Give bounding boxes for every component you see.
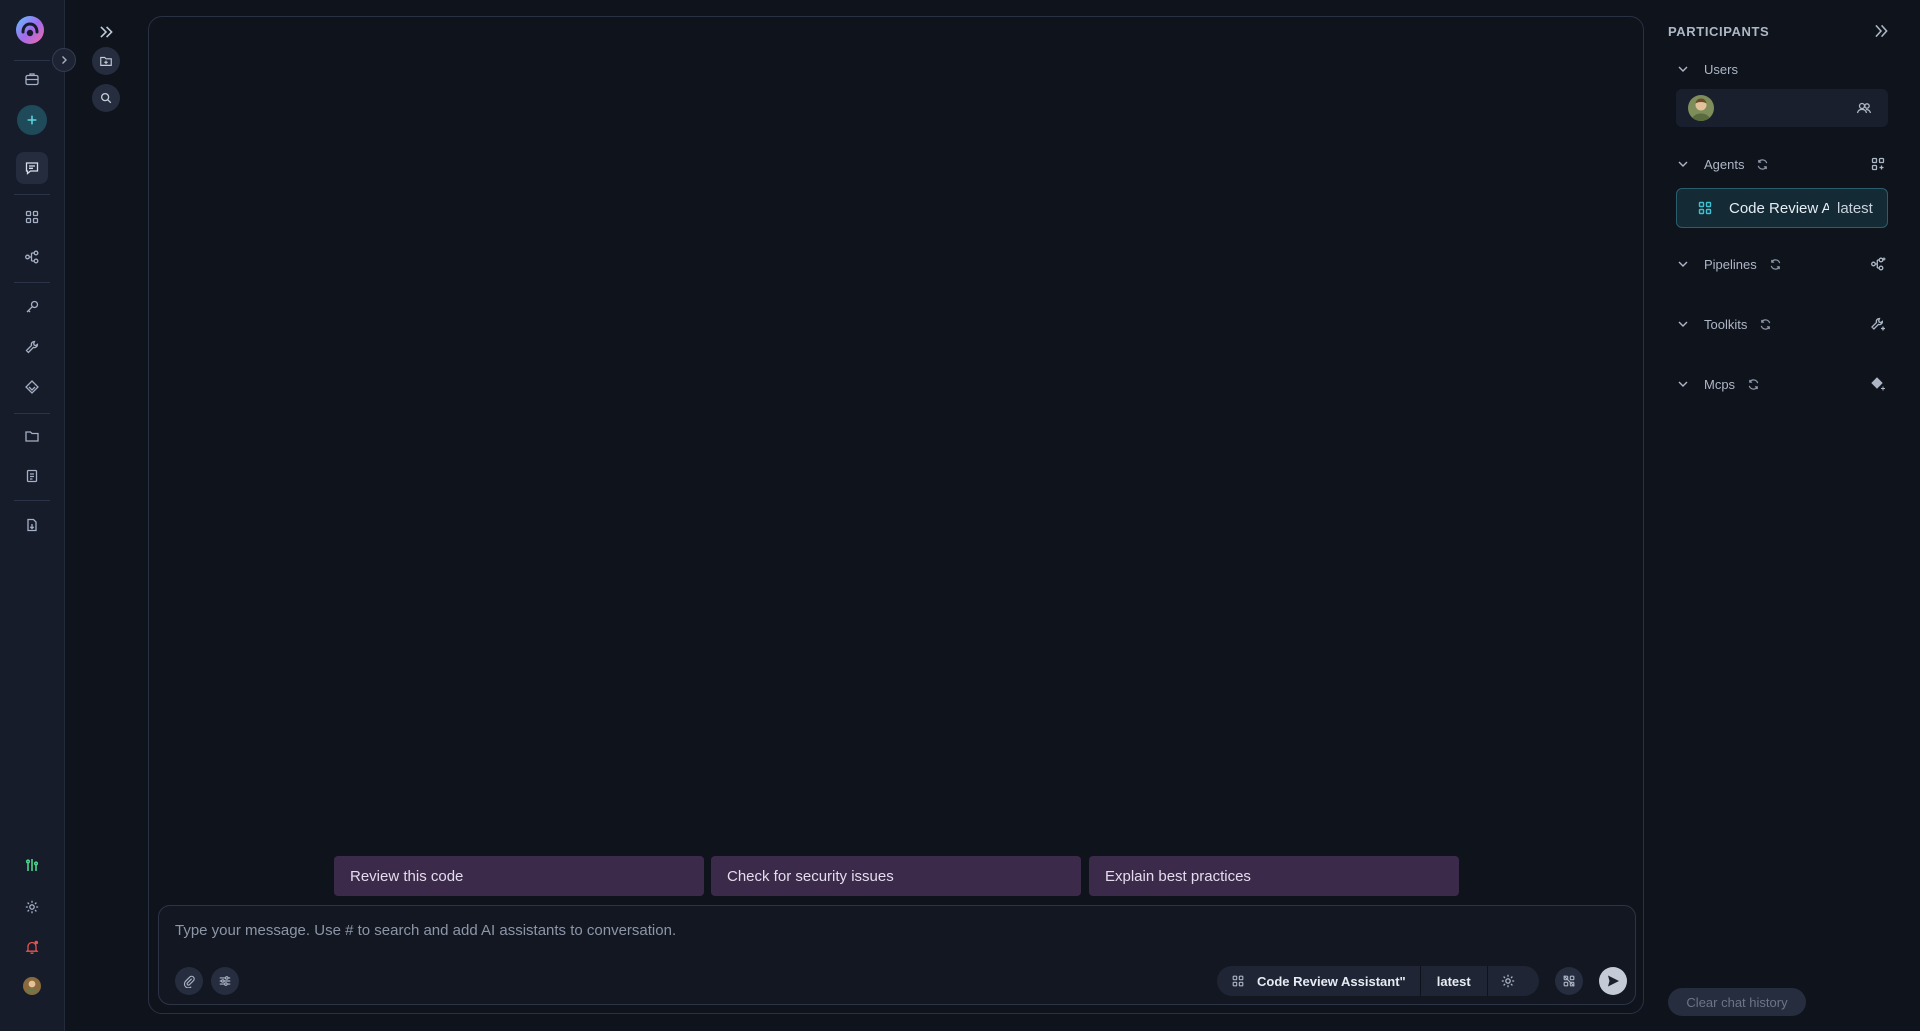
avatar [1688,95,1714,121]
avatar [23,977,41,995]
agent-card-version: latest [1837,199,1873,217]
message-input[interactable] [175,918,1575,942]
refresh-icon[interactable] [1747,378,1760,391]
agents-label: Agents [1704,156,1745,172]
refresh-icon[interactable] [1769,258,1782,271]
mcps-nav[interactable] [16,371,48,403]
pipelines-nav[interactable] [16,241,48,273]
activity-icon [24,857,40,873]
agent-version-selector[interactable]: latest [1421,966,1487,996]
add-pipeline-icon[interactable] [1870,256,1886,272]
export-nav[interactable] [16,509,48,541]
document-icon [24,468,40,484]
agent-card-name: Code Review Assistant" [1729,199,1829,217]
pipeline-icon [24,249,40,265]
notifications-nav[interactable] [16,931,48,963]
credentials-nav[interactable] [16,291,48,323]
sliders-icon [218,974,232,988]
file-download-icon [24,517,40,533]
profile-avatar[interactable] [16,970,48,1002]
bell-icon [24,939,40,955]
clear-chat-history-button[interactable]: Clear chat history [1668,988,1806,1016]
send-icon [1605,973,1621,989]
expand-conversations-button[interactable] [92,18,120,46]
rail-expand-button[interactable] [52,48,76,72]
grid-icon [1697,200,1713,216]
users-label: Users [1704,61,1738,77]
mcps-label: Mcps [1704,376,1736,392]
send-button[interactable] [1599,967,1627,995]
chevron-down-icon [1676,157,1690,171]
agent-name: Code Review Assistant" [1257,973,1406,989]
chevron-right-icon [58,54,70,66]
settings-icon [24,899,40,915]
new-conversation-button[interactable] [17,105,47,135]
chat-icon [24,160,40,176]
pipelines-section-header[interactable]: Pipelines [1676,254,1886,274]
add-agent-icon[interactable] [1870,156,1886,172]
agent-participant-card[interactable]: Code Review Assistant" latest [1676,188,1888,228]
search-icon [99,91,113,105]
grid-icon [1231,974,1245,988]
clear-agent-button[interactable] [1555,967,1583,995]
mcps-section-header[interactable]: Mcps [1676,374,1886,394]
folder-plus-icon [99,54,113,68]
search-conversations-button[interactable] [92,84,120,112]
suggestion-best-practices[interactable]: Explain best practices [1089,856,1459,896]
users-icon[interactable] [1856,100,1872,116]
toolkits-section-header[interactable]: Toolkits [1676,314,1886,334]
chevron-down-icon [1676,257,1690,271]
suggestion-review-code[interactable]: Review this code [334,856,704,896]
chevron-down-icon [1676,62,1690,76]
attach-button[interactable] [175,967,203,995]
agent-off-icon [1562,974,1576,988]
chevron-down-icon [1676,317,1690,331]
settings-nav[interactable] [16,891,48,923]
add-mcp-icon[interactable] [1870,376,1886,392]
users-section-header[interactable]: Users [1676,59,1886,79]
suggestion-security[interactable]: Check for security issues [711,856,1081,896]
participants-title: PARTICIPANTS [1668,24,1770,39]
artifacts-nav[interactable] [16,420,48,452]
grid-icon [24,209,40,225]
chat-nav[interactable] [16,152,48,184]
tag-icon [24,379,40,395]
left-nav-rail [0,0,65,1031]
user-participant-card[interactable] [1676,89,1888,127]
agents-nav[interactable] [16,201,48,233]
new-folder-button[interactable] [92,47,120,75]
wrench-icon [24,339,40,355]
key-icon [24,299,40,315]
refresh-icon[interactable] [1759,318,1772,331]
app-logo[interactable] [14,14,46,46]
agents-section-header[interactable]: Agents [1676,154,1886,174]
briefcase-icon [24,71,40,87]
collapse-sidebar-icon[interactable] [1872,22,1890,40]
prompts-nav[interactable] [16,460,48,492]
double-chevron-right-icon [97,23,115,41]
folder-icon [24,428,40,444]
refresh-icon[interactable] [1756,158,1769,171]
paperclip-icon [182,974,196,988]
monitoring-nav[interactable] [16,849,48,881]
plus-icon [25,113,39,127]
projects-nav[interactable] [16,63,48,95]
chat-panel: Review this code Check for security issu… [148,16,1644,1014]
chat-settings-button[interactable] [211,967,239,995]
toolkits-label: Toolkits [1704,316,1748,332]
gear-icon [1500,973,1516,989]
agent-selector[interactable]: Code Review Assistant" [1217,966,1420,996]
pipelines-label: Pipelines [1704,256,1757,272]
participants-sidebar: PARTICIPANTS Users Agents Code Review As… [1660,0,1920,1031]
chevron-down-icon [1676,377,1690,391]
agent-settings-button[interactable] [1488,966,1528,996]
toolkits-nav[interactable] [16,331,48,363]
add-toolkit-icon[interactable] [1870,316,1886,332]
selected-agent-chip: Code Review Assistant" latest [1217,966,1539,996]
message-composer: Code Review Assistant" latest [158,905,1636,1005]
